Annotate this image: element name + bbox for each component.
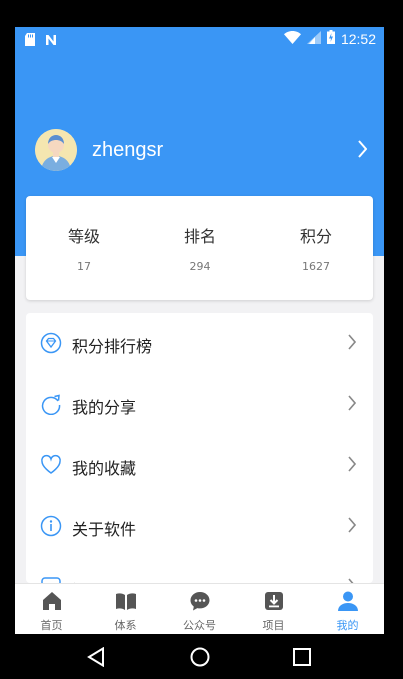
stat-value: 294 bbox=[189, 260, 211, 273]
person-icon bbox=[337, 590, 359, 612]
stat-value: 1627 bbox=[302, 260, 330, 273]
menu-item-label: 我的分享 bbox=[72, 398, 137, 417]
menu-item-label: 关于软件 bbox=[72, 520, 137, 539]
bottom-tab-bar: 首页 体系 公众号 项目 我的 bbox=[15, 583, 384, 635]
menu-item-favorites[interactable]: 我的收藏 bbox=[26, 435, 373, 496]
status-bar: 12:52 bbox=[15, 27, 384, 51]
profile-chevron-icon[interactable] bbox=[357, 140, 368, 162]
stat-label: 排名 bbox=[183, 227, 216, 246]
tab-projects[interactable]: 项目 bbox=[237, 584, 310, 635]
info-icon bbox=[40, 515, 62, 537]
wifi-icon bbox=[283, 30, 301, 47]
book-icon bbox=[115, 590, 137, 612]
menu-list: 积分排行榜 我的分享 我的收藏 关于软件 bbox=[26, 313, 373, 583]
menu-item-label: 我的收藏 bbox=[72, 459, 137, 478]
tab-public-account[interactable]: 公众号 bbox=[163, 584, 236, 635]
tab-label: 体系 bbox=[114, 619, 137, 632]
tab-label: 项目 bbox=[262, 619, 285, 632]
tab-label: 我的 bbox=[336, 619, 359, 632]
battery-charging-icon bbox=[326, 30, 335, 47]
share-icon bbox=[40, 393, 62, 416]
signal-icon bbox=[306, 30, 321, 47]
username[interactable]: zhengsr bbox=[92, 139, 163, 162]
chevron-right-icon bbox=[348, 517, 357, 537]
heart-icon bbox=[40, 454, 62, 476]
clock-text: 12:52 bbox=[340, 30, 376, 47]
chevron-right-icon bbox=[348, 456, 357, 476]
menu-item-label: 积分排行榜 bbox=[72, 337, 153, 356]
stat-label: 等级 bbox=[67, 227, 100, 246]
back-icon[interactable] bbox=[87, 646, 105, 671]
avatar[interactable] bbox=[35, 129, 77, 171]
recents-icon[interactable] bbox=[293, 648, 311, 670]
download-box-icon bbox=[263, 590, 285, 612]
stats-card: 等级 17 排名 294 积分 1627 bbox=[26, 196, 373, 300]
diamond-icon bbox=[40, 332, 62, 354]
n-notification-icon bbox=[45, 31, 57, 50]
stat-label: 积分 bbox=[299, 227, 332, 246]
menu-item-settings[interactable]: 设置 bbox=[26, 557, 373, 583]
stat-level[interactable]: 等级 17 bbox=[26, 196, 142, 300]
menu-item-about[interactable]: 关于软件 bbox=[26, 496, 373, 557]
user-avatar-icon bbox=[35, 129, 77, 171]
system-navigation-bar bbox=[15, 634, 384, 679]
stat-points[interactable]: 积分 1627 bbox=[258, 196, 374, 300]
chevron-right-icon bbox=[348, 334, 357, 354]
stat-value: 17 bbox=[77, 260, 91, 273]
menu-item-ranking[interactable]: 积分排行榜 bbox=[26, 313, 373, 374]
tab-label: 公众号 bbox=[183, 619, 216, 632]
stat-rank[interactable]: 排名 294 bbox=[142, 196, 258, 300]
tab-label: 首页 bbox=[40, 619, 63, 632]
home-icon bbox=[41, 590, 63, 612]
home-circle-icon[interactable] bbox=[190, 647, 210, 671]
chevron-right-icon bbox=[348, 395, 357, 415]
chat-icon bbox=[189, 590, 211, 612]
sd-card-icon bbox=[25, 31, 35, 50]
phone-screen: 12:52 zhengsr 等级 17 排名 294 积分 1627 积分排行榜… bbox=[15, 27, 384, 679]
menu-item-share[interactable]: 我的分享 bbox=[26, 374, 373, 435]
tab-home[interactable]: 首页 bbox=[15, 584, 88, 635]
settings-icon bbox=[40, 576, 62, 583]
tab-mine[interactable]: 我的 bbox=[311, 584, 384, 635]
tab-system[interactable]: 体系 bbox=[89, 584, 162, 635]
